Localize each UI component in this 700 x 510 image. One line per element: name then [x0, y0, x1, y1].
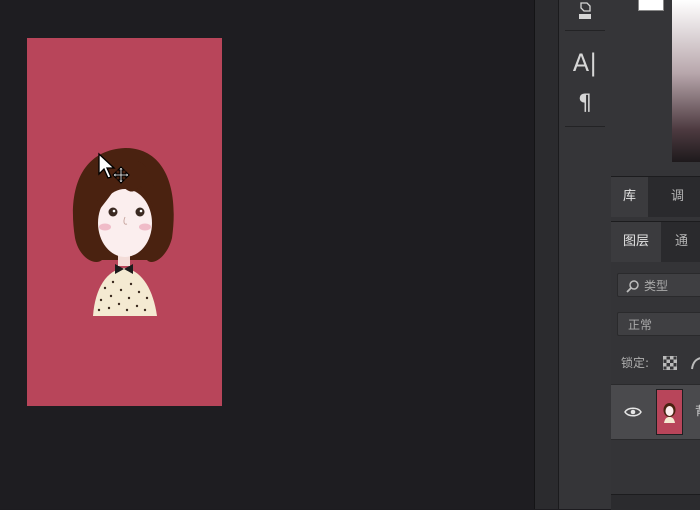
tab-layers[interactable]: 图层 [611, 222, 662, 262]
foreground-color-swatch[interactable] [638, 0, 664, 11]
layers-tab-row: 图层 通道 [611, 221, 700, 289]
layer-name[interactable]: 背 [695, 402, 700, 419]
layers-panel-footer [611, 494, 700, 510]
tab-library[interactable]: 库 [611, 177, 649, 217]
tab-adjustments[interactable]: 调整 [659, 177, 700, 244]
tool-divider [565, 126, 605, 127]
lock-transparent-pixels-icon[interactable] [663, 356, 677, 370]
panel-dock-edge[interactable] [534, 0, 559, 509]
paragraph-panel-button[interactable]: ¶ [559, 88, 611, 118]
layer-thumbnail [656, 389, 683, 435]
artboard-image[interactable] [27, 38, 222, 406]
lock-image-pixels-icon[interactable] [691, 356, 700, 370]
filter-kind-label: 类型 [644, 279, 669, 293]
tab-channels[interactable]: 通道 [663, 222, 700, 289]
character-panel-button[interactable]: A| [559, 48, 611, 78]
right-panels: 库 调整 图层 通道 类型 正常 锁定: [611, 0, 700, 510]
color-picker-panel [611, 0, 700, 170]
collapsed-panel-strip: A| ¶ [558, 0, 612, 509]
library-tab-row: 库 调整 [611, 176, 700, 244]
move-cursor-icon [98, 152, 130, 184]
lock-label: 锁定: [621, 356, 650, 370]
blend-mode-select[interactable]: 正常 [617, 312, 700, 336]
layer-row[interactable]: 背 [611, 384, 700, 440]
girl-illustration [27, 38, 222, 406]
document-canvas[interactable] [0, 0, 534, 509]
blend-mode-value: 正常 [628, 318, 653, 332]
lock-row: 锁定: [611, 344, 700, 380]
3d-icon[interactable] [559, 0, 611, 24]
tool-divider [565, 30, 605, 31]
color-gradient-field[interactable] [672, 0, 700, 162]
eye-icon[interactable] [624, 406, 642, 418]
layer-filter-kind[interactable]: 类型 [617, 273, 700, 297]
search-icon [626, 280, 639, 293]
